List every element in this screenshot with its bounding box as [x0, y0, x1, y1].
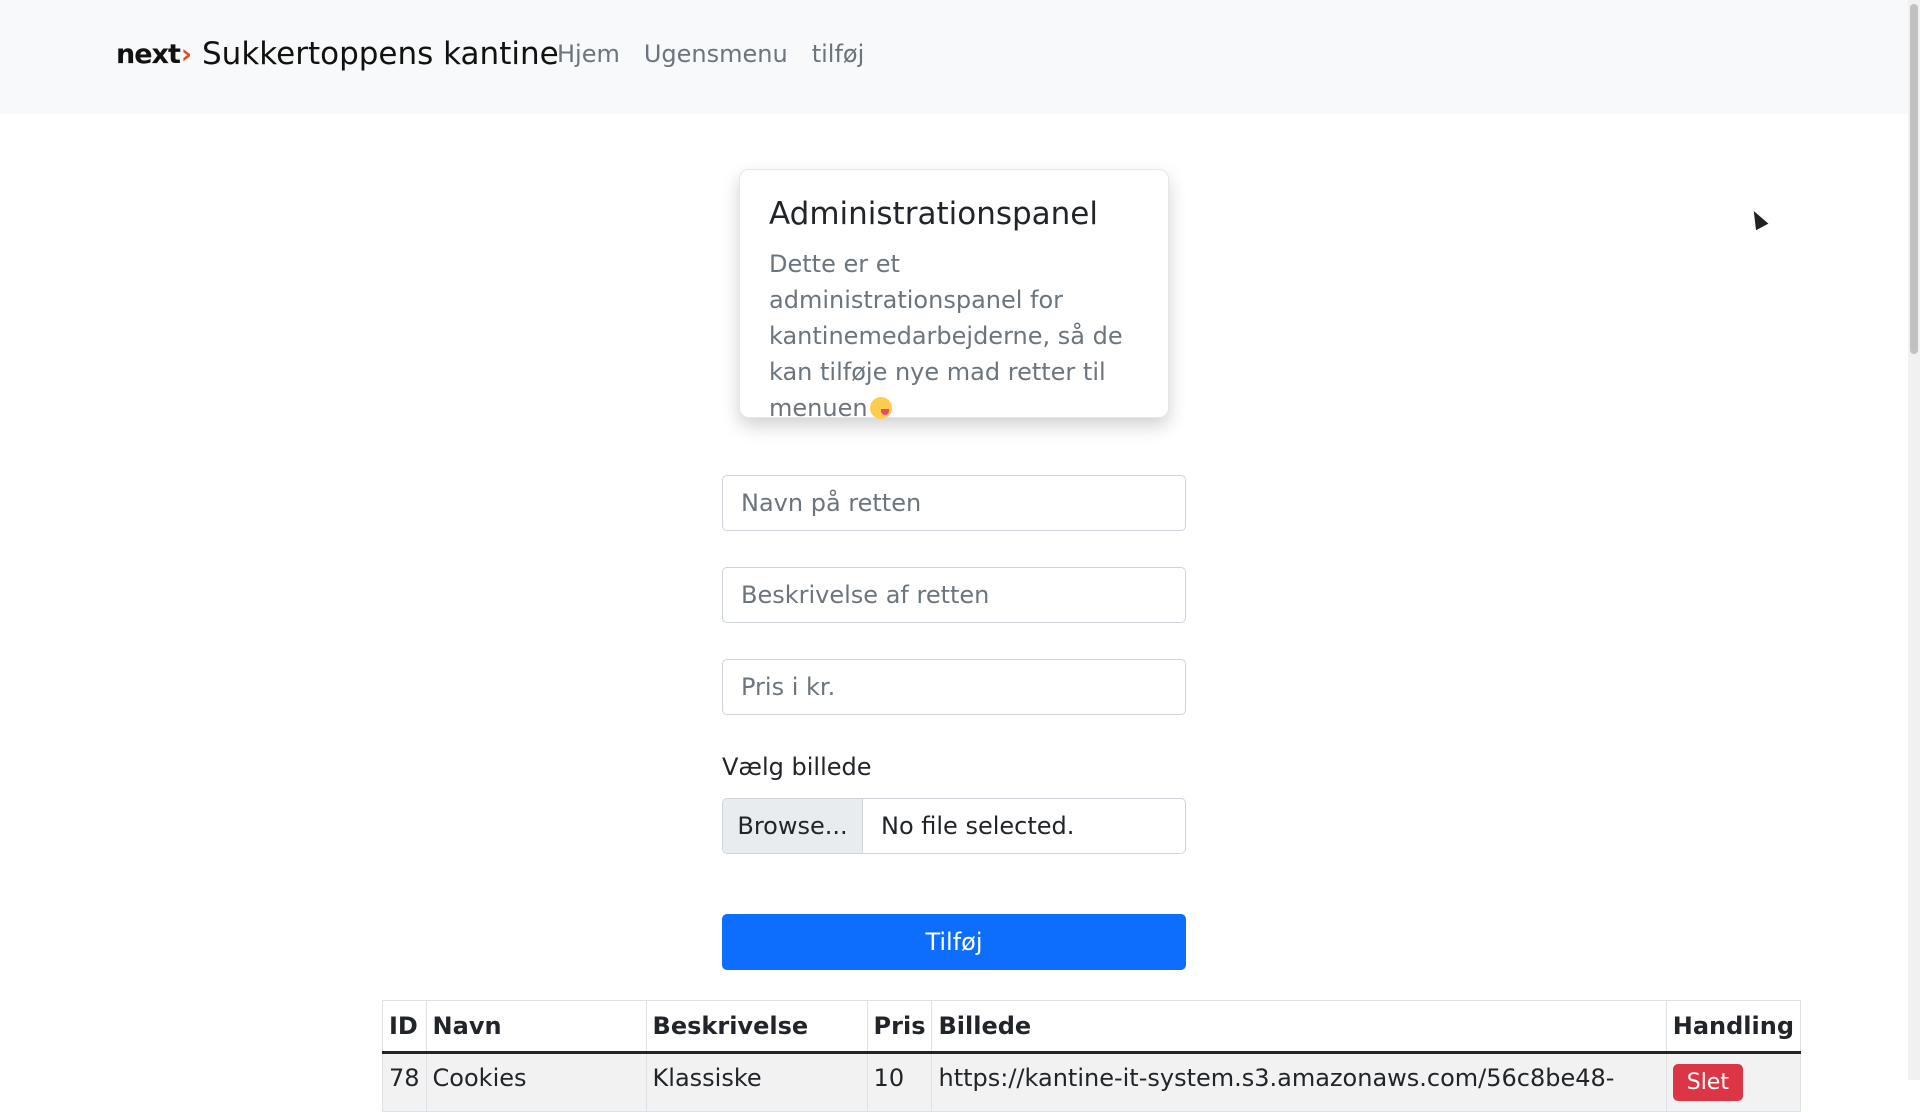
scrollbar-thumb[interactable]: [1910, 4, 1918, 354]
cell-id: 78: [382, 1052, 427, 1112]
cell-pris: 10: [866, 1052, 933, 1112]
card-text: Dette er et administrationspanel for kan…: [769, 246, 1139, 426]
site-title: Sukkertoppens kantine: [202, 36, 559, 72]
dish-name-input[interactable]: [722, 475, 1186, 531]
dishes-table: ID Navn Beskrivelse Pris Billede Handlin…: [382, 1000, 1802, 1112]
add-dish-button[interactable]: Tilføj: [722, 914, 1186, 970]
card-title: Administrationspanel: [769, 196, 1098, 232]
image-file-input[interactable]: Browse... No file selected.: [722, 798, 1186, 854]
table-header-row: ID Navn Beskrivelse Pris Billede Handlin…: [382, 1000, 1802, 1054]
admin-info-card: Administrationspanel Dette er et adminis…: [739, 169, 1169, 422]
header-id: ID: [382, 1000, 427, 1054]
nav-link-tilfoej[interactable]: tilføj: [812, 40, 865, 68]
yum-emoji-icon: [869, 397, 892, 419]
cell-billede: https://kantine-it-system.s3.amazonaws.c…: [931, 1052, 1667, 1112]
file-status-text: No file selected.: [881, 812, 1075, 840]
mouse-cursor-icon: [1747, 207, 1769, 231]
header-handling: Handling: [1665, 1000, 1802, 1054]
price-input[interactable]: [722, 659, 1186, 715]
brand[interactable]: next › Sukkertoppens kantine: [116, 36, 559, 72]
header-navn: Navn: [425, 1000, 647, 1054]
dish-description-input[interactable]: [722, 567, 1186, 623]
table-row: 78 Cookies Klassiske 10 https://kantine-…: [382, 1052, 1802, 1112]
cell-beskrivelse: Klassiske: [645, 1052, 868, 1112]
header-pris: Pris: [866, 1000, 933, 1054]
image-label: Vælg billede: [722, 753, 872, 781]
header-billede: Billede: [931, 1000, 1667, 1054]
navbar: next › Sukkertoppens kantine Hjem Ugensm…: [0, 0, 1908, 114]
card-description: Dette er et administrationspanel for kan…: [769, 250, 1123, 422]
nav-link-ugensmenu[interactable]: Ugensmenu: [644, 40, 788, 68]
page-scrollbar[interactable]: [1908, 0, 1920, 1080]
cell-navn: Cookies: [425, 1052, 647, 1112]
logo-arrow-icon: ›: [180, 38, 192, 70]
delete-button[interactable]: Slet: [1672, 1064, 1743, 1101]
next-logo: next: [116, 38, 181, 70]
nav-links: Hjem Ugensmenu tilføj: [557, 40, 864, 68]
nav-link-hjem[interactable]: Hjem: [557, 40, 620, 68]
browse-button[interactable]: Browse...: [723, 799, 863, 853]
header-beskrivelse: Beskrivelse: [645, 1000, 868, 1054]
cell-handling: Slet: [1665, 1052, 1802, 1112]
